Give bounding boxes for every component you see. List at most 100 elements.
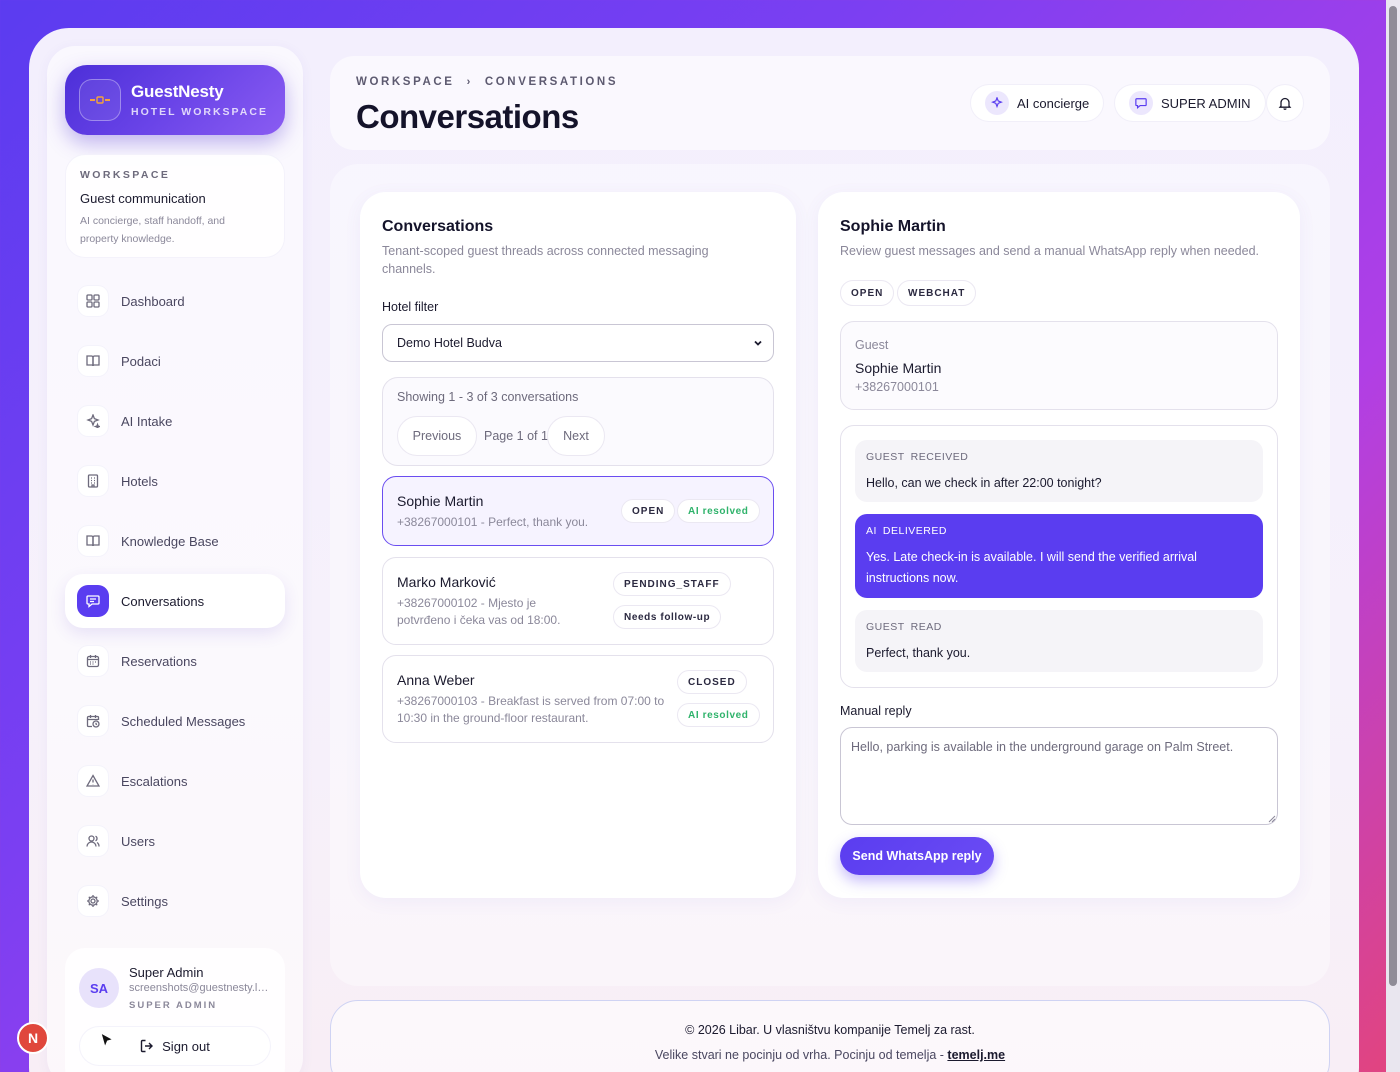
conversation-preview: +38267000103 - Breakfast is served from … <box>397 694 665 725</box>
calendar-clock-icon <box>77 705 109 737</box>
building-icon <box>77 465 109 497</box>
sidebar-item-label: Conversations <box>121 593 205 609</box>
sidebar-item-label: Reservations <box>121 653 197 669</box>
message-sender: GUEST <box>866 451 905 463</box>
conversation-preview: +38267000102 - Mjesto je potvrđeno i ček… <box>397 596 561 627</box>
pagination-summary: Showing 1 - 3 of 3 conversations <box>397 390 579 404</box>
notifications-button[interactable] <box>1266 84 1304 122</box>
message-bubble: GUEST READ Perfect, thank you. <box>855 610 1263 672</box>
sidebar-item-ai-intake[interactable]: AI Intake <box>65 394 285 448</box>
notification-badge-icon[interactable]: N <box>17 1022 49 1054</box>
workspace-card: WORKSPACE Guest communication AI concier… <box>65 154 285 258</box>
sidebar-item-dashboard[interactable]: Dashboard <box>65 274 285 328</box>
breadcrumb-workspace[interactable]: WORKSPACE <box>356 76 455 88</box>
gear-icon <box>77 885 109 917</box>
chat-icon <box>1129 91 1153 115</box>
status-badge: OPEN <box>840 280 895 306</box>
conversation-item[interactable]: Marko Marković +38267000102 - Mjesto je … <box>382 557 774 645</box>
footer-link[interactable]: temelj.me <box>947 1048 1005 1062</box>
sidebar-item-escalations[interactable]: Escalations <box>65 754 285 808</box>
warning-icon <box>77 765 109 797</box>
footer: © 2026 Libar. U vlasništvu kompanije Tem… <box>330 1000 1330 1072</box>
sidebar-item-knowledge-base[interactable]: Knowledge Base <box>65 514 285 568</box>
sidebar-item-podaci[interactable]: Podaci <box>65 334 285 388</box>
pagination: Showing 1 - 3 of 3 conversations Previou… <box>382 377 774 466</box>
sign-out-label: Sign out <box>162 1038 210 1054</box>
resolution-badge: AI resolved <box>677 703 760 727</box>
status-badge: CLOSED <box>677 670 747 694</box>
resolution-badge: Needs follow-up <box>613 605 722 629</box>
role-button[interactable]: SUPER ADMIN <box>1114 84 1266 122</box>
send-whatsapp-button[interactable]: Send WhatsApp reply <box>840 837 994 875</box>
hotel-filter-label: Hotel filter <box>382 300 439 314</box>
breadcrumb: WORKSPACE › CONVERSATIONS <box>356 76 618 88</box>
user-card: SA Super Admin screenshots@guestnesty.lo… <box>65 948 285 1072</box>
sidebar-item-users[interactable]: Users <box>65 814 285 868</box>
message-sender: AI <box>866 525 877 537</box>
page-header: WORKSPACE › CONVERSATIONS Conversations … <box>330 56 1330 150</box>
sidebar-item-reservations[interactable]: Reservations <box>65 634 285 688</box>
workspace-label: WORKSPACE <box>80 169 171 181</box>
conversation-item[interactable]: Anna Weber +38267000103 - Breakfast is s… <box>382 655 774 743</box>
message-sender: GUEST <box>866 621 905 633</box>
grid-icon <box>77 285 109 317</box>
message-state: READ <box>910 621 942 633</box>
book-icon <box>77 345 109 377</box>
guest-label: Guest <box>855 338 889 352</box>
workspace-description: AI concierge, staff handoff, and propert… <box>80 215 225 245</box>
sidebar-item-label: Dashboard <box>121 293 185 309</box>
brand-card[interactable]: GuestNesty HOTEL WORKSPACE <box>65 65 285 135</box>
sidebar-item-label: Scheduled Messages <box>121 713 246 729</box>
sidebar-item-label: Settings <box>121 893 168 909</box>
page-scrollbar[interactable] <box>1386 0 1400 1072</box>
resize-handle-icon[interactable] <box>1268 815 1276 823</box>
previous-button[interactable]: Previous <box>397 416 477 456</box>
sign-out-icon <box>140 1039 154 1053</box>
ai-concierge-button[interactable]: AI concierge <box>970 84 1105 122</box>
guest-name: Sophie Martin <box>855 360 942 376</box>
guest-info: Guest Sophie Martin +38267000101 <box>840 321 1278 410</box>
brand-subtitle: HOTEL WORKSPACE <box>131 106 268 118</box>
footer-copyright: © 2026 Libar. U vlasništvu kompanije Tem… <box>685 1023 975 1037</box>
status-badge: OPEN <box>621 499 676 523</box>
conversations-panel: Conversations Tenant-scoped guest thread… <box>360 192 796 898</box>
calendar-icon <box>77 645 109 677</box>
sidebar-item-hotels[interactable]: Hotels <box>65 454 285 508</box>
sidebar-item-label: Escalations <box>121 773 188 789</box>
user-role: SUPER ADMIN <box>129 1000 218 1011</box>
next-button[interactable]: Next <box>547 416 605 456</box>
page-info: Page 1 of 1 <box>484 429 548 443</box>
ai-concierge-label: AI concierge <box>1017 95 1090 111</box>
conversation-name: Sophie Martin <box>397 493 484 509</box>
message-text: Perfect, thank you. <box>866 646 971 660</box>
page-title: Conversations <box>356 98 579 135</box>
sidebar-item-scheduled-messages[interactable]: Scheduled Messages <box>65 694 285 748</box>
footer-tagline: Velike stvari ne pocinju od vrha. Pocinj… <box>331 1048 1329 1062</box>
sidebar-item-label: Users <box>121 833 155 849</box>
role-label: SUPER ADMIN <box>1161 95 1251 111</box>
bell-icon <box>1278 97 1292 110</box>
message-meta: GUEST RECEIVED <box>866 451 974 463</box>
conversation-name: Marko Marković <box>397 574 496 590</box>
conversation-item[interactable]: Sophie Martin +38267000101 - Perfect, th… <box>382 476 774 546</box>
avatar: SA <box>79 968 119 1008</box>
scrollbar-thumb[interactable] <box>1389 6 1397 986</box>
mouse-cursor-icon <box>100 1031 116 1055</box>
footer-tagline-text: Velike stvari ne pocinju od vrha. Pocinj… <box>654 1048 948 1062</box>
panel-title: Conversations <box>382 218 494 235</box>
message-state: RECEIVED <box>910 451 969 463</box>
sidebar-item-conversations[interactable]: Conversations <box>65 574 285 628</box>
hotel-filter-value: Demo Hotel Budva <box>397 336 502 350</box>
main-content: Conversations Tenant-scoped guest thread… <box>330 164 1330 986</box>
sidebar: GuestNesty HOTEL WORKSPACE WORKSPACE Gue… <box>47 46 303 1072</box>
conversation-detail-panel: Sophie Martin Review guest messages and … <box>818 192 1300 898</box>
sidebar-item-label: Podaci <box>121 353 161 369</box>
manual-reply-input[interactable]: Hello, parking is available in the under… <box>840 727 1278 825</box>
hotel-filter-select[interactable]: Demo Hotel Budva <box>382 324 774 362</box>
message-thread: GUEST RECEIVED Hello, can we check in aft… <box>840 425 1278 688</box>
user-email: screenshots@guestnesty.local <box>129 982 271 994</box>
sidebar-item-settings[interactable]: Settings <box>65 874 285 928</box>
sidebar-item-label: Knowledge Base <box>121 533 219 549</box>
breadcrumb-conversations: CONVERSATIONS <box>484 76 619 88</box>
logo-icon <box>79 79 121 121</box>
